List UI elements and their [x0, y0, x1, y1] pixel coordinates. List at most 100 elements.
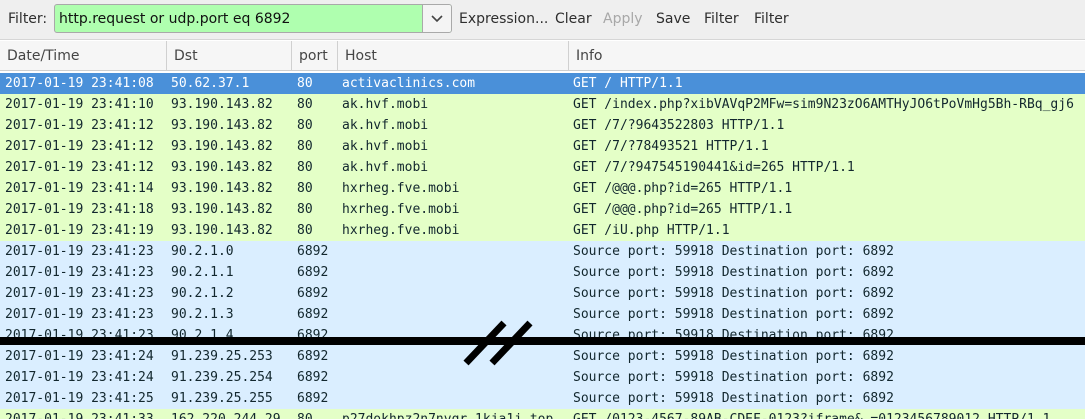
cell-host: hxrheg.fve.mobi	[342, 223, 460, 238]
packet-row[interactable]: 2017-01-19 23:41:14 93.190.143.82 80 hxrheg…	[0, 178, 1085, 199]
cell-dst: 50.62.37.1	[171, 76, 250, 91]
chevron-down-icon	[431, 14, 443, 22]
cell-info: Source port: 59918 Destination port: 689…	[573, 307, 894, 322]
cell-info: GET / HTTP/1.1	[573, 76, 683, 91]
cell-host: hxrheg.fve.mobi	[342, 181, 460, 196]
cell-port: 80	[297, 409, 337, 419]
display-filter-input[interactable]	[59, 5, 417, 32]
cell-datetime: 2017-01-19 23:41:24	[5, 349, 154, 364]
cell-dst: 91.239.25.253	[171, 349, 273, 364]
cell-port: 80	[297, 118, 313, 133]
cell-port: 6892	[297, 244, 329, 259]
cell-dst: 93.190.143.82	[171, 139, 273, 154]
apply-button[interactable]: Apply	[603, 11, 643, 27]
cell-host: p27dokhpz2n7nvgr.1kja1j.top	[342, 409, 567, 419]
filter-history-dropdown[interactable]	[422, 5, 451, 32]
cell-dst: 90.2.1.2	[171, 286, 234, 301]
packet-row[interactable]: 2017-01-19 23:41:12 93.190.143.82 80 ak.hvf…	[0, 115, 1085, 136]
packet-list: 2017-01-19 23:41:08 50.62.37.1 80 activacli…	[0, 73, 1085, 419]
packet-row[interactable]: 2017-01-19 23:41:12 93.190.143.82 80 ak.hvf…	[0, 136, 1085, 157]
packet-row[interactable]: 2017-01-19 23:41:24 91.239.25.253 6892 Sour…	[0, 346, 1085, 367]
cell-datetime: 2017-01-19 23:41:14	[5, 181, 154, 196]
packet-row[interactable]: 2017-01-19 23:41:33 162.220.244.29 80 p27do…	[0, 409, 1085, 419]
cell-port: 6892	[297, 265, 329, 280]
packet-row[interactable]: 2017-01-19 23:41:23 90.2.1.3 6892 Source po…	[0, 304, 1085, 325]
cell-dst: 91.239.25.255	[171, 391, 273, 406]
cell-info: GET /index.php?xibVAVqP2MFw=sim9N23zO6AM…	[573, 97, 1074, 112]
packet-row[interactable]: 2017-01-19 23:41:10 93.190.143.82 80 ak.hvf…	[0, 94, 1085, 115]
cell-datetime: 2017-01-19 23:41:12	[5, 160, 154, 175]
cell-host: ak.hvf.mobi	[342, 118, 429, 133]
cell-dst: 90.2.1.0	[171, 244, 234, 259]
packet-row[interactable]: 2017-01-19 23:41:08 50.62.37.1 80 activacli…	[0, 73, 1085, 94]
cell-port: 6892	[297, 307, 329, 322]
cell-datetime: 2017-01-19 23:41:10	[5, 97, 154, 112]
cell-info: GET /7/?78493521 HTTP/1.1	[573, 139, 769, 154]
cell-dst: 90.2.1.3	[171, 307, 234, 322]
cell-datetime: 2017-01-19 23:41:25	[5, 391, 154, 406]
display-filter-toolbar: Filter: Expression... Clear Apply Save F…	[0, 0, 1085, 40]
packet-row[interactable]: 2017-01-19 23:41:23 90.2.1.0 6892 Source po…	[0, 241, 1085, 262]
display-filter-combobox[interactable]	[54, 4, 452, 33]
expression-button[interactable]: Expression...	[459, 11, 548, 27]
cell-datetime: 2017-01-19 23:41:19	[5, 223, 154, 238]
cell-info: Source port: 59918 Destination port: 689…	[573, 265, 894, 280]
column-header-dst[interactable]: Dst	[166, 41, 291, 70]
column-header-host[interactable]: Host	[337, 41, 568, 70]
packet-row[interactable]: 2017-01-19 23:41:23 90.2.1.1 6892 Source po…	[0, 262, 1085, 283]
cell-port: 6892	[297, 391, 329, 406]
cell-port: 80	[297, 202, 313, 217]
column-header-info[interactable]: Info	[568, 41, 1085, 70]
cell-info: GET /7/?9643522803 HTTP/1.1	[573, 118, 785, 133]
cell-info: GET /@@@.php?id=265 HTTP/1.1	[573, 202, 793, 217]
cell-info: Source port: 59918 Destination port: 689…	[573, 349, 894, 364]
cell-datetime: 2017-01-19 23:41:33	[5, 409, 165, 419]
cell-datetime: 2017-01-19 23:41:12	[5, 118, 154, 133]
cell-port: 6892	[297, 370, 329, 385]
cell-info: Source port: 59918 Destination port: 689…	[573, 391, 894, 406]
column-header-datetime[interactable]: Date/Time	[0, 41, 166, 70]
cell-host: ak.hvf.mobi	[342, 160, 429, 175]
cell-datetime: 2017-01-19 23:41:08	[5, 76, 154, 91]
break-slash-icon	[463, 320, 533, 366]
cell-info: GET /iU.php HTTP/1.1	[573, 223, 730, 238]
cell-port: 80	[297, 181, 313, 196]
cell-datetime: 2017-01-19 23:41:18	[5, 202, 154, 217]
cell-dst: 93.190.143.82	[171, 97, 273, 112]
save-button[interactable]: Save	[656, 11, 690, 27]
filter-button-2[interactable]: Filter	[754, 11, 789, 27]
clear-button[interactable]: Clear	[555, 11, 592, 27]
cell-host: ak.hvf.mobi	[342, 97, 429, 112]
cell-info: GET /0123-4567-89AB-CDEF-0123?iframe&_=0…	[573, 409, 1085, 419]
cell-info: Source port: 59918 Destination port: 689…	[573, 370, 894, 385]
cell-dst: 90.2.1.1	[171, 265, 234, 280]
cell-info: GET /7/?947545190441&id=265 HTTP/1.1	[573, 160, 855, 175]
cell-port: 6892	[297, 349, 329, 364]
packet-row[interactable]: 2017-01-19 23:41:24 91.239.25.254 6892 Sour…	[0, 367, 1085, 388]
cell-datetime: 2017-01-19 23:41:23	[5, 265, 154, 280]
cell-dst: 162.220.244.29	[171, 409, 291, 419]
cell-port: 80	[297, 160, 313, 175]
cell-dst: 93.190.143.82	[171, 160, 273, 175]
filter-button-1[interactable]: Filter	[704, 11, 739, 27]
column-header-port[interactable]: port	[291, 41, 337, 70]
cell-datetime: 2017-01-19 23:41:23	[5, 307, 154, 322]
cell-info: Source port: 59918 Destination port: 689…	[573, 244, 894, 259]
cell-port: 80	[297, 76, 313, 91]
cell-dst: 91.239.25.254	[171, 370, 273, 385]
cell-port: 80	[297, 223, 313, 238]
packet-row[interactable]: 2017-01-19 23:41:18 93.190.143.82 80 hxrheg…	[0, 199, 1085, 220]
cell-port: 80	[297, 139, 313, 154]
packet-row[interactable]: 2017-01-19 23:41:12 93.190.143.82 80 ak.hvf…	[0, 157, 1085, 178]
packet-row[interactable]: 2017-01-19 23:41:25 91.239.25.255 6892 Sour…	[0, 388, 1085, 409]
packet-row[interactable]: 2017-01-19 23:41:19 93.190.143.82 80 hxrheg…	[0, 220, 1085, 241]
cell-dst: 93.190.143.82	[171, 181, 273, 196]
cell-host: hxrheg.fve.mobi	[342, 202, 460, 217]
cell-info: GET /@@@.php?id=265 HTTP/1.1	[573, 181, 793, 196]
cell-datetime: 2017-01-19 23:41:23	[5, 286, 154, 301]
cell-datetime: 2017-01-19 23:41:23	[5, 244, 154, 259]
cell-port: 6892	[297, 286, 329, 301]
packet-row[interactable]: 2017-01-19 23:41:23 90.2.1.2 6892 Source po…	[0, 283, 1085, 304]
cell-dst: 93.190.143.82	[171, 118, 273, 133]
cell-host: activaclinics.com	[342, 76, 476, 91]
